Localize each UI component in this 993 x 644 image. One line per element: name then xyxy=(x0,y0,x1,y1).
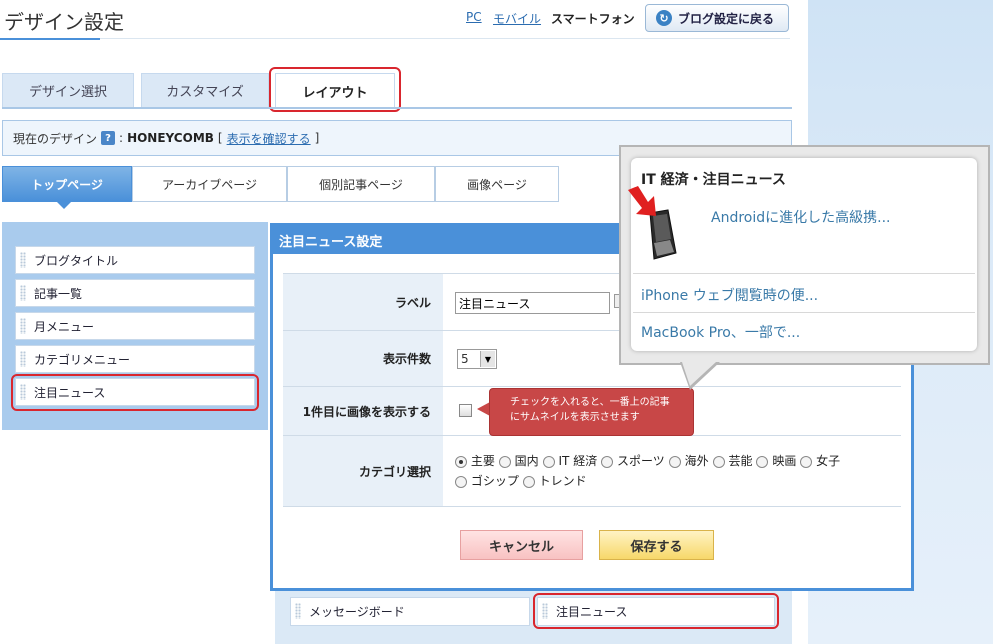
sidebar-item-blog-title[interactable]: ブログタイトル xyxy=(15,246,255,274)
preview-divider xyxy=(633,273,975,274)
radio-button[interactable] xyxy=(498,455,511,468)
confirm-display-link[interactable]: 表示を確認する xyxy=(227,130,311,147)
category-label: ゴシップ xyxy=(470,474,519,488)
drag-handle-icon[interactable] xyxy=(20,351,26,367)
image-hint-tooltip: チェックを入れると、一番上の記事 にサムネイルを表示させます xyxy=(489,388,694,436)
category-label: IT 経済 xyxy=(558,454,598,468)
callout-tail-inner xyxy=(682,362,716,386)
tooltip-line: にサムネイルを表示させます xyxy=(510,412,640,423)
bottom-item-message-board[interactable]: メッセージボード xyxy=(290,597,530,626)
radio-button[interactable] xyxy=(455,455,467,468)
bracket-close: ] xyxy=(314,131,320,145)
category-option-main[interactable]: 主要 xyxy=(455,451,495,471)
category-option-domestic[interactable]: 国内 xyxy=(498,451,539,471)
sidebar-item-article-list[interactable]: 記事一覧 xyxy=(15,279,255,307)
mode-pc-link[interactable]: PC xyxy=(466,10,482,24)
category-field-label: カテゴリ選択 xyxy=(283,436,443,506)
preview-divider xyxy=(633,312,975,313)
sidebar-item-label: カテゴリメニュー xyxy=(34,352,131,367)
page-title: デザイン設定 xyxy=(4,10,124,34)
count-field-label: 表示件数 xyxy=(283,331,443,386)
preview-item-1[interactable]: Androidに進化した高級携... xyxy=(711,207,890,227)
tab-design-select[interactable]: デザイン選択 xyxy=(2,73,134,107)
category-label: トレンド xyxy=(538,474,587,488)
category-label: 芸能 xyxy=(728,454,753,468)
radio-button[interactable] xyxy=(601,455,614,468)
category-option-overseas[interactable]: 海外 xyxy=(668,451,709,471)
drag-handle-icon[interactable] xyxy=(20,318,26,334)
current-design-separator: : xyxy=(119,131,124,145)
preview-item-3[interactable]: MacBook Pro、一部で... xyxy=(641,322,800,342)
drag-handle-icon[interactable] xyxy=(295,603,301,619)
image-text: 1件目に画像を表示する xyxy=(302,404,431,419)
count-text: 表示件数 xyxy=(382,352,431,366)
highlight-featured-news-bottom xyxy=(533,593,779,629)
category-label: 主要 xyxy=(470,454,495,468)
tab-customize[interactable]: カスタマイズ xyxy=(141,73,269,107)
current-design-prefix: 現在のデザイン xyxy=(13,131,98,146)
label-input[interactable]: 注目ニュース xyxy=(455,292,610,314)
sidebar-item-label: 月メニュー xyxy=(34,319,95,334)
count-select[interactable]: 5 ▼ xyxy=(457,349,497,369)
subtab-article-page[interactable]: 個別記事ページ xyxy=(287,166,435,202)
category-option-trend[interactable]: トレンド xyxy=(522,471,587,491)
highlight-featured-news-sidebar xyxy=(11,374,259,411)
category-option-entertainment[interactable]: 芸能 xyxy=(712,451,753,471)
cancel-button[interactable]: キャンセル xyxy=(460,530,583,560)
subtab-image-page[interactable]: 画像ページ xyxy=(435,166,559,202)
subtab-top-page[interactable]: トップページ xyxy=(2,166,132,202)
sidebar-item-month-menu[interactable]: 月メニュー xyxy=(15,312,255,340)
save-button[interactable]: 保存する xyxy=(599,530,714,560)
radio-button[interactable] xyxy=(668,455,681,468)
drag-handle-icon[interactable] xyxy=(20,252,26,268)
show-image-checkbox[interactable] xyxy=(459,404,472,417)
radio-button[interactable] xyxy=(712,455,725,468)
category-option-it-economy[interactable]: IT 経済 xyxy=(542,451,598,471)
category-option-women[interactable]: 女子 xyxy=(800,451,840,471)
back-to-blog-settings-button[interactable]: ↻ ブログ設定に戻る xyxy=(645,4,789,32)
category-text: カテゴリ選択 xyxy=(358,464,431,479)
image-field-label: 1件目に画像を表示する xyxy=(283,387,443,435)
row-divider xyxy=(283,506,901,507)
help-icon[interactable]: ? xyxy=(101,131,116,145)
category-option-gossip[interactable]: ゴシップ xyxy=(455,471,519,491)
sidebar-item-label: 記事一覧 xyxy=(34,286,83,301)
bracket-open: [ xyxy=(217,131,223,145)
tooltip-line: チェックを入れると、一番上の記事 xyxy=(510,397,670,408)
label-text: ラベル xyxy=(394,295,431,310)
category-label: 映画 xyxy=(772,454,797,468)
radio-button[interactable] xyxy=(522,475,535,488)
highlight-layout-tab xyxy=(269,67,401,112)
label-field-label: ラベル xyxy=(283,274,443,330)
category-label: 女子 xyxy=(816,454,841,468)
count-selected-value: 5 xyxy=(461,352,469,366)
subtab-archive-page[interactable]: アーカイブページ xyxy=(132,166,287,202)
category-option-movie[interactable]: 映画 xyxy=(756,451,796,471)
radio-button[interactable] xyxy=(542,455,555,468)
radio-button[interactable] xyxy=(756,455,769,468)
category-label: 海外 xyxy=(684,454,709,468)
chevron-down-icon[interactable]: ▼ xyxy=(480,351,495,367)
preview-item-2[interactable]: iPhone ウェブ閲覧時の便... xyxy=(641,285,818,305)
red-arrow-icon xyxy=(628,186,656,216)
category-option-sports[interactable]: スポーツ xyxy=(601,451,665,471)
sidebar-item-label: ブログタイトル xyxy=(34,253,119,268)
mode-mobile-link[interactable]: モバイル xyxy=(493,10,541,27)
current-design-name: HONEYCOMB xyxy=(127,131,214,145)
back-button-label: ブログ設定に戻る xyxy=(678,11,775,26)
bottom-item-label: メッセージボード xyxy=(309,605,405,619)
tabs-underline xyxy=(2,107,792,109)
sidebar-item-category-menu[interactable]: カテゴリメニュー xyxy=(15,345,255,373)
header-divider xyxy=(100,38,790,39)
radio-button[interactable] xyxy=(455,475,467,488)
category-label: スポーツ xyxy=(617,454,665,468)
subtab-active-pointer xyxy=(57,202,71,209)
drag-handle-icon[interactable] xyxy=(20,285,26,301)
mode-smartphone-current: スマートフォン xyxy=(551,12,635,26)
back-arrow-icon: ↻ xyxy=(656,10,672,26)
title-underline xyxy=(0,38,100,40)
category-radio-group: 主要 国内 IT 経済 スポーツ 海外 芸能 映画 女子 ゴシップ トレンド xyxy=(455,451,895,491)
category-label: 国内 xyxy=(514,454,539,468)
radio-button[interactable] xyxy=(800,455,813,468)
